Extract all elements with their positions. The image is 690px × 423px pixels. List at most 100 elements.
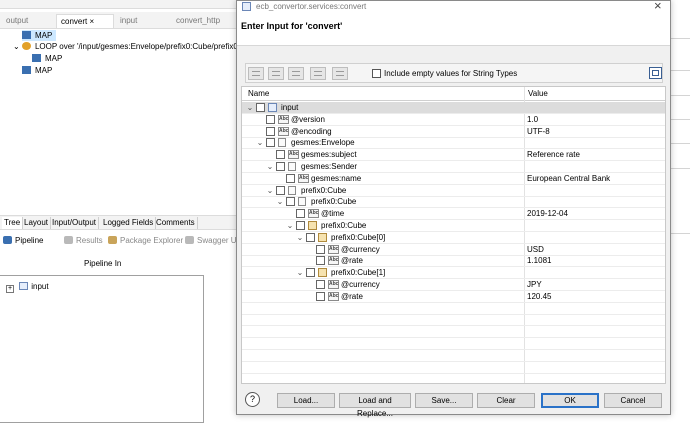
table-row[interactable]: @time 2019-12-04 xyxy=(242,208,665,221)
help-icon[interactable]: ? xyxy=(245,392,260,407)
close-icon[interactable]: × xyxy=(89,17,94,26)
row-checkbox[interactable] xyxy=(276,185,285,195)
chevron-down-icon[interactable]: ⌄ xyxy=(296,232,304,243)
row-checkbox[interactable] xyxy=(316,244,325,254)
view-tab-bar: Tree Layout Input/Output Logged Fields C… xyxy=(0,215,240,230)
chevron-down-icon[interactable]: ⌄ xyxy=(266,185,274,196)
row-name: gesmes:Envelope xyxy=(291,138,355,148)
row-checkbox[interactable] xyxy=(266,138,275,148)
row-value[interactable]: USD xyxy=(527,244,544,255)
table-row[interactable]: ⌄ input xyxy=(242,102,665,114)
column-value[interactable]: Value xyxy=(528,89,548,98)
chevron-down-icon[interactable]: ⌄ xyxy=(276,196,284,207)
row-value[interactable]: European Central Bank xyxy=(527,173,610,184)
row-value[interactable]: Reference rate xyxy=(527,149,580,160)
row-value[interactable]: 2019-12-04 xyxy=(527,208,568,219)
row-name: prefix0:Cube[0] xyxy=(331,232,386,242)
row-value[interactable]: 1.0 xyxy=(527,114,538,125)
tab-swagger-ui[interactable]: Swagger UI xyxy=(185,236,239,245)
string-field-icon xyxy=(328,291,339,301)
tab-package-explorer[interactable]: Package Explorer xyxy=(108,236,183,245)
row-checkbox[interactable] xyxy=(256,103,265,112)
column-name[interactable]: Name xyxy=(248,89,269,98)
tab-input-output[interactable]: Input/Output xyxy=(50,217,100,229)
row-checkbox[interactable] xyxy=(276,162,285,171)
row-checkbox[interactable] xyxy=(276,150,285,160)
table-row[interactable]: ⌄ prefix0:Cube[1] xyxy=(242,267,665,280)
flow-step-loop[interactable]: ⌄ LOOP over '/input/gesmes:Envelope/pref… xyxy=(13,41,237,52)
table-row[interactable]: ⌄ prefix0:Cube xyxy=(242,220,665,232)
row-checkbox[interactable] xyxy=(266,126,275,136)
chevron-down-icon[interactable]: ⌄ xyxy=(256,137,264,148)
row-value[interactable]: JPY xyxy=(527,279,542,290)
expand-icon[interactable]: + xyxy=(6,285,14,293)
flow-step-map[interactable]: MAP xyxy=(22,65,56,76)
chevron-down-icon[interactable]: ⌄ xyxy=(266,161,274,172)
tab-logged-fields[interactable]: Logged Fields xyxy=(101,217,157,229)
table-row[interactable]: ⌄ gesmes:Sender xyxy=(242,161,665,173)
table-row[interactable]: ⌄ gesmes:Envelope xyxy=(242,137,665,150)
chevron-down-icon[interactable]: ⌄ xyxy=(296,267,304,278)
row-name: prefix0:Cube xyxy=(321,221,367,230)
save-button[interactable]: Save... xyxy=(415,393,473,408)
tab-tree[interactable]: Tree xyxy=(2,217,24,229)
row-checkbox[interactable] xyxy=(306,268,315,278)
tab-comments[interactable]: Comments xyxy=(154,217,198,229)
toolbar-icon-2[interactable] xyxy=(268,67,284,80)
toolbar-icon-4[interactable] xyxy=(310,67,326,80)
tab-output[interactable]: output xyxy=(2,14,54,28)
row-checkbox[interactable] xyxy=(286,173,295,183)
row-checkbox[interactable] xyxy=(286,197,295,207)
tab-pipeline[interactable]: Pipeline xyxy=(3,236,43,245)
row-checkbox[interactable] xyxy=(316,256,325,266)
toolbar-icon-3[interactable] xyxy=(288,67,304,80)
chevron-down-icon[interactable]: ⌄ xyxy=(246,102,254,113)
tab-convert-http[interactable]: convert_http xyxy=(172,14,240,28)
tab-input[interactable]: input xyxy=(116,14,170,28)
table-row[interactable]: @rate 120.45 xyxy=(242,291,665,303)
row-checkbox[interactable] xyxy=(296,209,305,219)
cancel-button[interactable]: Cancel xyxy=(604,393,662,408)
row-checkbox[interactable] xyxy=(266,114,275,124)
chevron-down-icon[interactable]: ⌄ xyxy=(13,42,20,51)
table-row[interactable]: @version 1.0 xyxy=(242,114,665,126)
toolbar-icon-5[interactable] xyxy=(332,67,348,80)
table-row[interactable]: @currency USD xyxy=(242,244,665,256)
table-row[interactable]: ⌄ prefix0:Cube xyxy=(242,185,665,197)
flow-step-map[interactable]: MAP xyxy=(22,30,56,41)
pipeline-in-panel: + input xyxy=(0,275,204,423)
ok-button[interactable]: OK xyxy=(541,393,599,408)
string-field-icon xyxy=(278,126,289,136)
chevron-down-icon[interactable]: ⌄ xyxy=(286,220,294,231)
toolbar-icon-1[interactable] xyxy=(248,67,264,80)
pipeline-in-label: Pipeline In xyxy=(84,259,122,268)
load-button[interactable]: Load... xyxy=(277,393,335,408)
restore-icon[interactable] xyxy=(649,67,662,79)
tab-results[interactable]: Results xyxy=(64,236,103,245)
row-checkbox[interactable] xyxy=(296,221,305,230)
row-value[interactable]: 1.1081 xyxy=(527,255,551,266)
flow-step-map[interactable]: MAP xyxy=(32,53,66,64)
table-row[interactable]: gesmes:subject Reference rate xyxy=(242,149,665,162)
table-row[interactable]: ⌄ prefix0:Cube[0] xyxy=(242,232,665,244)
pipeline-item-input[interactable]: + input xyxy=(6,282,49,293)
row-name: @version xyxy=(291,114,325,124)
row-checkbox[interactable] xyxy=(306,232,315,242)
clear-button[interactable]: Clear xyxy=(477,393,535,408)
include-empty-checkbox[interactable] xyxy=(372,69,381,78)
results-icon xyxy=(64,236,73,244)
tab-convert[interactable]: convert × xyxy=(56,14,114,28)
load-and-replace-button[interactable]: Load and Replace... xyxy=(339,393,411,418)
table-row[interactable]: gesmes:name European Central Bank xyxy=(242,173,665,185)
tab-layout[interactable]: Layout xyxy=(22,217,52,229)
empty-row xyxy=(242,350,665,362)
row-checkbox[interactable] xyxy=(316,280,325,289)
row-value[interactable]: 120.45 xyxy=(527,291,551,302)
table-row[interactable]: ⌄ prefix0:Cube xyxy=(242,196,665,209)
row-value[interactable]: UTF-8 xyxy=(527,126,550,137)
row-checkbox[interactable] xyxy=(316,291,325,301)
table-row[interactable]: @currency JPY xyxy=(242,279,665,291)
table-row[interactable]: @encoding UTF-8 xyxy=(242,126,665,138)
table-row[interactable]: @rate 1.1081 xyxy=(242,255,665,268)
row-name: input xyxy=(281,103,299,112)
